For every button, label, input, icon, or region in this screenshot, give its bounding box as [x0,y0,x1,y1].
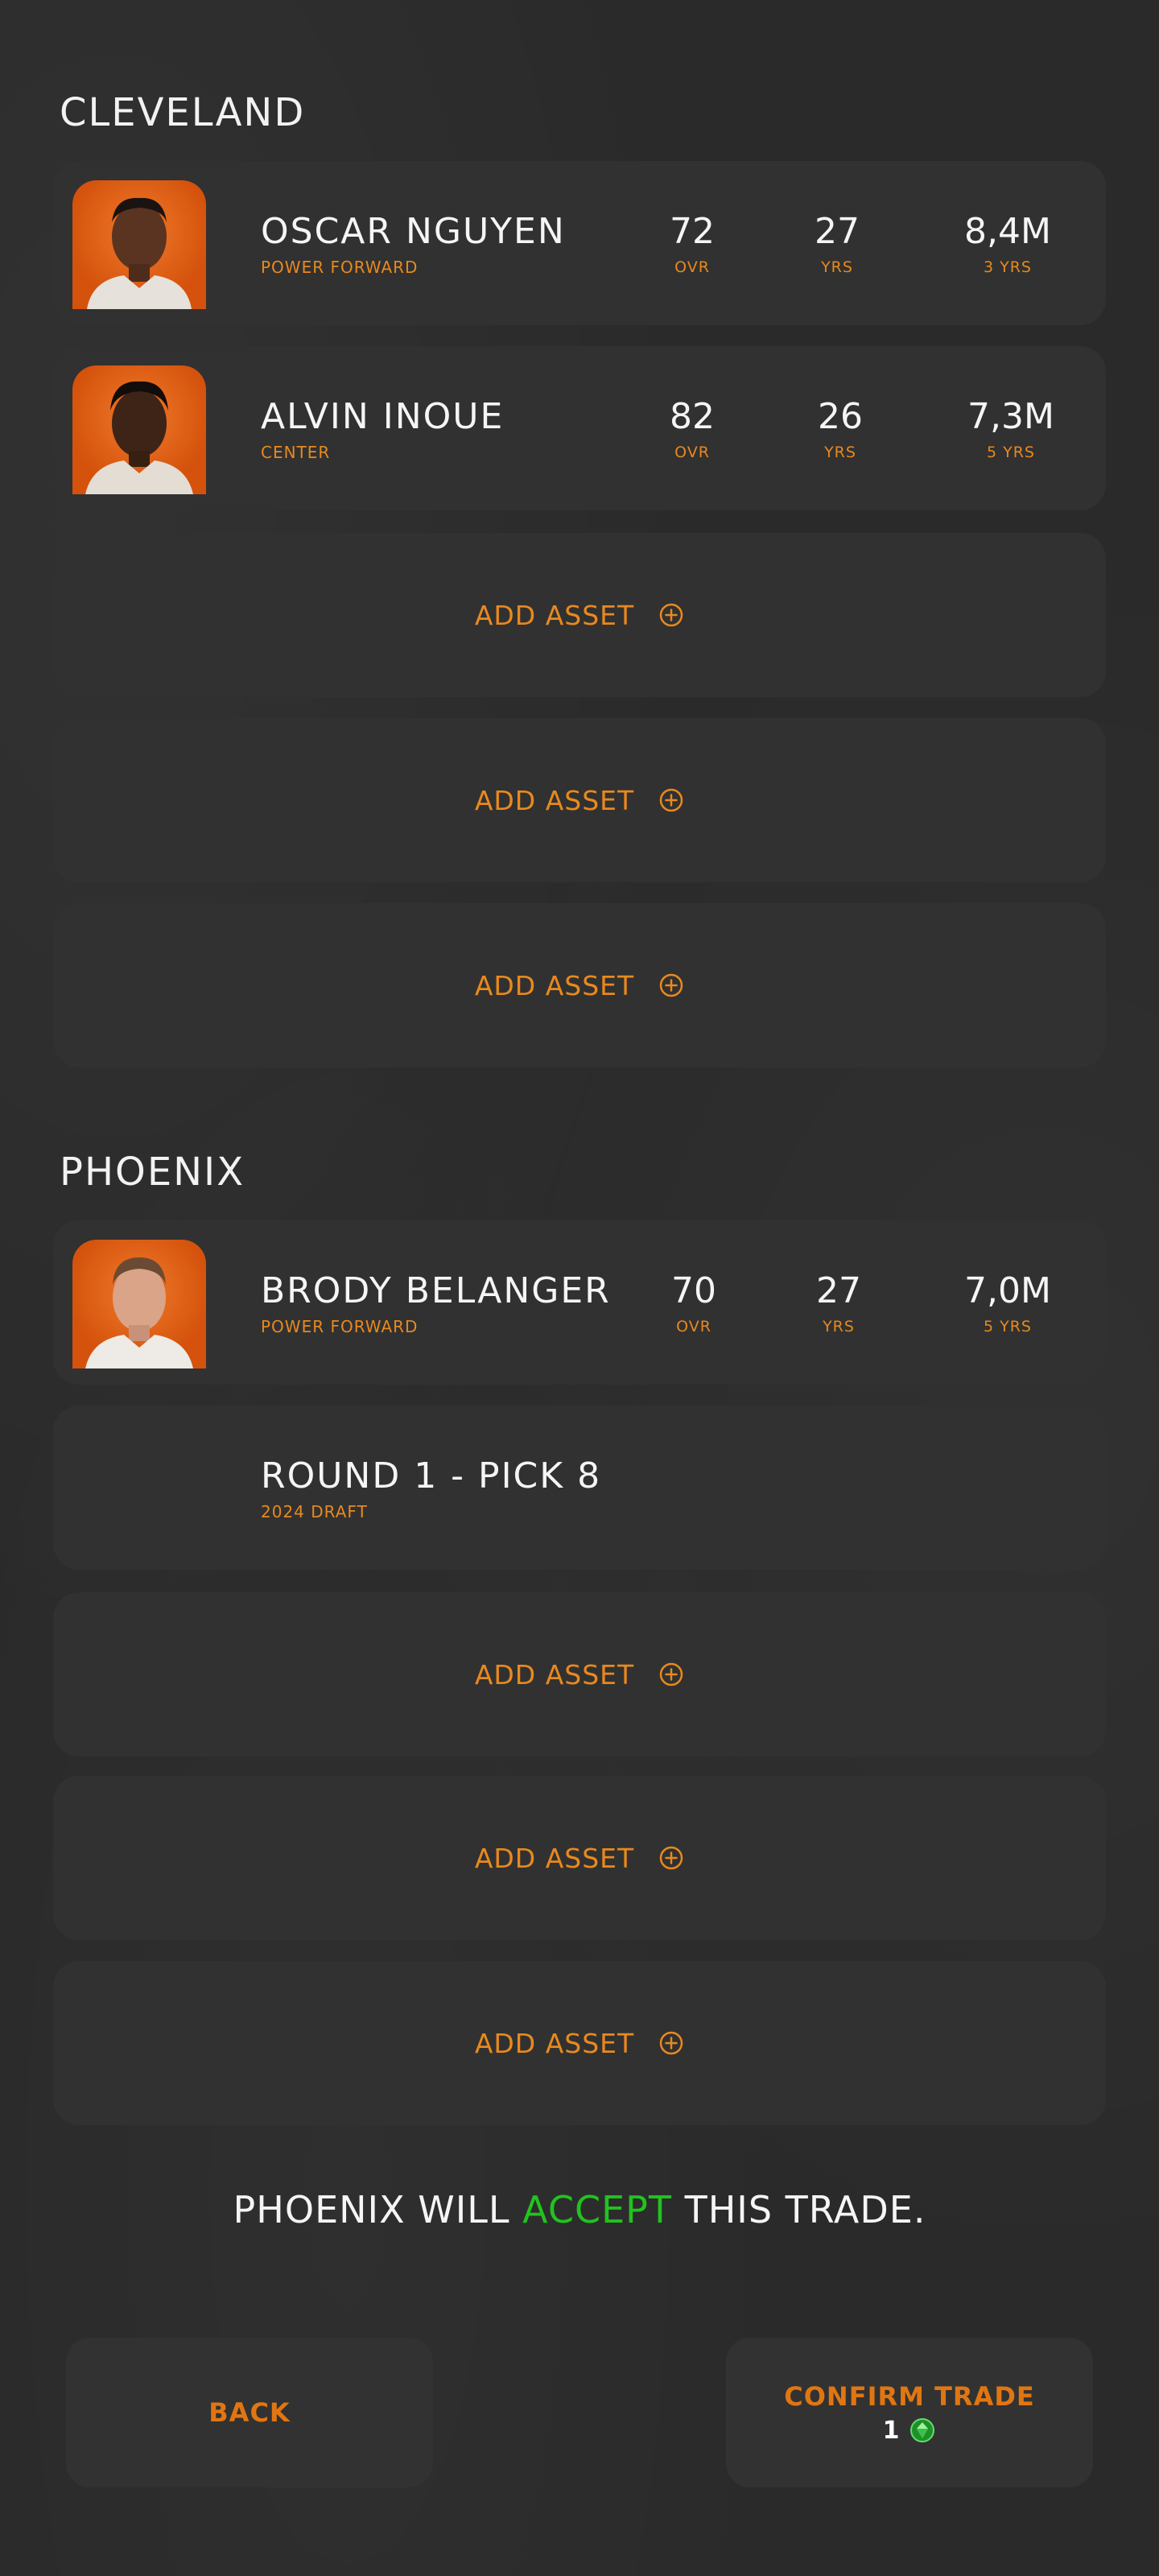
confirm-cost: 1 [883,2417,937,2445]
add-asset-label: ADD ASSET [474,969,635,1001]
draft-pick-year: 2024 DRAFT [261,1502,368,1521]
player-position: POWER FORWARD [261,1317,419,1336]
player-name: OSCAR NGUYEN [261,211,566,252]
plus-circle-icon [659,1846,683,1870]
add-asset-slot-phoenix-3[interactable]: ADD ASSET [53,1961,1106,2125]
player-position: CENTER [261,443,331,462]
stat-salary: 7,3M 5 YRS [967,396,1054,461]
add-asset-button[interactable]: ADD ASSET [53,718,1106,882]
stat-age: 27 YRS [815,211,860,276]
trade-verdict: PHOENIX WILL ACCEPT THIS TRADE. [0,2188,1159,2231]
confirm-trade-button[interactable]: CONFIRM TRADE 1 [726,2338,1093,2487]
add-asset-button[interactable]: ADD ASSET [53,903,1106,1067]
add-asset-label: ADD ASSET [474,599,635,631]
stat-ovr: 70 OVR [671,1270,716,1335]
green-gem-icon [910,2418,935,2442]
back-button[interactable]: BACK [66,2338,433,2487]
stat-ovr: 82 OVR [670,396,715,461]
player-avatar [72,365,206,494]
add-asset-slot-cleveland-1[interactable]: ADD ASSET [53,533,1106,697]
player-card-alvin-inoue[interactable]: ALVIN INOUE CENTER 82 OVR 26 YRS 7,3M 5 … [53,346,1106,510]
player-position: POWER FORWARD [261,258,419,277]
player-card-oscar-nguyen[interactable]: OSCAR NGUYEN POWER FORWARD 72 OVR 27 YRS… [53,161,1106,325]
player-avatar [72,1240,206,1368]
add-asset-slot-cleveland-3[interactable]: ADD ASSET [53,903,1106,1067]
stat-salary: 7,0M 5 YRS [964,1270,1051,1335]
add-asset-button[interactable]: ADD ASSET [53,1592,1106,1757]
back-button-label: BACK [208,2397,291,2428]
player-card-brody-belanger[interactable]: BRODY BELANGER POWER FORWARD 70 OVR 27 Y… [53,1220,1106,1385]
confirm-cost-value: 1 [882,2416,900,2445]
add-asset-label: ADD ASSET [474,1658,635,1690]
add-asset-label: ADD ASSET [474,1842,635,1874]
draft-pick-name: ROUND 1 - PICK 8 [261,1455,602,1496]
verdict-suffix: THIS TRADE. [671,2188,926,2231]
add-asset-slot-phoenix-1[interactable]: ADD ASSET [53,1592,1106,1757]
plus-circle-icon [659,973,683,997]
draft-pick-card[interactable]: ROUND 1 - PICK 8 2024 DRAFT [53,1406,1106,1570]
verdict-prefix: PHOENIX WILL [233,2188,523,2231]
add-asset-button[interactable]: ADD ASSET [53,1776,1106,1940]
stat-age: 27 YRS [816,1270,861,1335]
player-name: BRODY BELANGER [261,1270,611,1311]
stat-ovr: 72 OVR [670,211,715,276]
add-asset-button[interactable]: ADD ASSET [53,533,1106,697]
plus-circle-icon [659,2031,683,2055]
stat-salary: 8,4M 3 YRS [964,211,1051,276]
add-asset-label: ADD ASSET [474,2027,635,2059]
confirm-trade-label: CONFIRM TRADE [784,2380,1035,2412]
player-name: ALVIN INOUE [261,396,505,437]
plus-circle-icon [659,603,683,627]
add-asset-slot-phoenix-2[interactable]: ADD ASSET [53,1776,1106,1940]
plus-circle-icon [659,1662,683,1686]
add-asset-button[interactable]: ADD ASSET [53,1961,1106,2125]
team-title-phoenix: PHOENIX [60,1150,245,1195]
team-title-cleveland: CLEVELAND [60,90,306,135]
plus-circle-icon [659,788,683,812]
verdict-accept: ACCEPT [522,2188,672,2231]
player-avatar [72,180,206,309]
add-asset-slot-cleveland-2[interactable]: ADD ASSET [53,718,1106,882]
add-asset-label: ADD ASSET [474,784,635,816]
stat-age: 26 YRS [818,396,863,461]
